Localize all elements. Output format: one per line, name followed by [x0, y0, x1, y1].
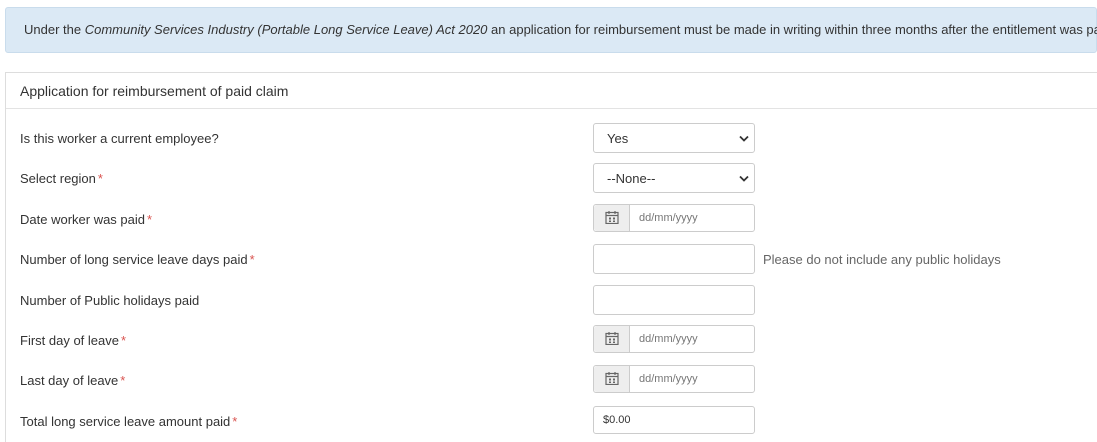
chevron-down-icon — [739, 135, 749, 142]
region-select[interactable]: --None-- — [593, 163, 755, 193]
required-marker: * — [121, 333, 127, 348]
row-total-amount: Total long service leave amount paid * — [6, 406, 1097, 436]
row-lsl-days: Number of long service leave days paid * … — [6, 244, 1097, 274]
calendar-icon — [605, 372, 619, 385]
calendar-button[interactable] — [594, 205, 630, 231]
row-first-day: First day of leave * — [6, 325, 1097, 355]
total-amount-input[interactable] — [593, 406, 755, 434]
info-banner: Under the Community Services Industry (P… — [5, 7, 1097, 53]
banner-suffix: an application for reimbursement must be… — [487, 22, 1097, 37]
row-date-paid: Date worker was paid * — [6, 204, 1097, 234]
first-day-label: First day of leave * — [20, 333, 127, 348]
required-marker: * — [147, 212, 153, 227]
required-marker: * — [120, 373, 126, 388]
public-holidays-input[interactable] — [593, 285, 755, 315]
reimbursement-form-panel: Application for reimbursement of paid cl… — [5, 72, 1097, 442]
chevron-down-icon — [739, 175, 749, 182]
required-marker: * — [249, 252, 255, 267]
calendar-button[interactable] — [594, 366, 630, 392]
calendar-button[interactable] — [594, 326, 630, 352]
row-last-day: Last day of leave * — [6, 365, 1097, 395]
total-amount-label: Total long service leave amount paid * — [20, 414, 238, 429]
row-region: Select region * --None-- — [6, 163, 1097, 193]
date-paid-group — [593, 204, 755, 232]
row-current-employee: Is this worker a current employee? Yes — [6, 123, 1097, 153]
last-day-label: Last day of leave * — [20, 373, 126, 388]
row-public-holidays: Number of Public holidays paid — [6, 285, 1097, 315]
first-day-input[interactable] — [631, 326, 754, 352]
public-holidays-label: Number of Public holidays paid — [20, 293, 200, 308]
region-label: Select region * — [20, 171, 103, 186]
required-marker: * — [232, 414, 238, 429]
calendar-icon — [605, 332, 619, 345]
required-marker: * — [97, 171, 103, 186]
date-paid-label: Date worker was paid * — [20, 212, 153, 227]
lsl-days-input[interactable] — [593, 244, 755, 274]
current-employee-value: Yes — [607, 131, 629, 146]
current-employee-select[interactable]: Yes — [593, 123, 755, 153]
lsl-days-label: Number of long service leave days paid * — [20, 252, 255, 267]
last-day-group — [593, 365, 755, 393]
lsl-days-help-text: Please do not include any public holiday… — [763, 252, 1001, 267]
banner-prefix: Under the — [24, 22, 85, 37]
panel-title: Application for reimbursement of paid cl… — [6, 73, 1097, 109]
region-value: --None-- — [607, 171, 656, 186]
current-employee-label: Is this worker a current employee? — [20, 131, 219, 146]
calendar-icon — [605, 211, 619, 224]
first-day-group — [593, 325, 755, 353]
date-paid-input[interactable] — [631, 205, 754, 231]
last-day-input[interactable] — [631, 366, 754, 392]
banner-act-name: Community Services Industry (Portable Lo… — [84, 22, 488, 37]
